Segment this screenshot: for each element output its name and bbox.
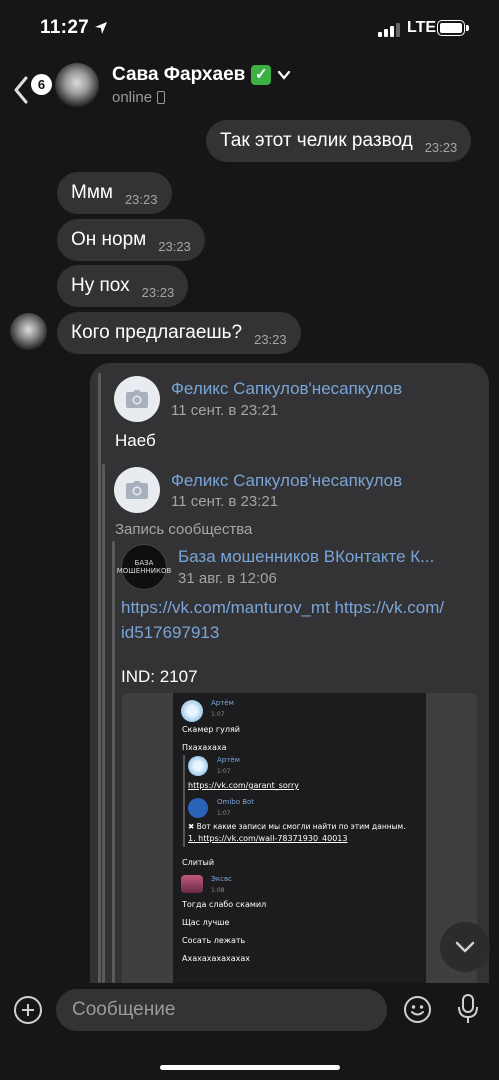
forward-text: Наеб (115, 431, 156, 450)
status-time: 11:27 (40, 17, 90, 38)
author-avatar[interactable] (114, 376, 160, 422)
shot-text: Сосать лежать (182, 936, 246, 945)
nested-author-avatar[interactable] (114, 467, 160, 513)
camera-icon (126, 390, 148, 408)
post-link-line[interactable]: id517697913 (121, 620, 444, 645)
message-composer (0, 983, 499, 1080)
shot-name: Артём (211, 699, 234, 707)
contact-name: Сава Фархаев (112, 64, 246, 85)
message-bubble-in[interactable]: Он норм 23:23 (57, 219, 205, 261)
message-bubble-in[interactable]: Ну пох 23:23 (57, 265, 189, 307)
message-input[interactable] (56, 989, 387, 1031)
shot-text: ✖ Вот какие записи мы смогли найти по эт… (188, 822, 406, 831)
post-ind: IND: 2107 (121, 667, 198, 686)
post-image[interactable]: Артём 1:07 Скамер гуляй Пхахахаха Артём … (122, 693, 477, 983)
message-bubble-in[interactable]: Ммм 23:23 (57, 172, 172, 214)
avatar (181, 875, 203, 893)
message-bubble-in[interactable]: Кого предлагаешь? 23:23 (57, 312, 301, 354)
presence-status: online (112, 89, 166, 106)
embedded-screenshot: Артём 1:07 Скамер гуляй Пхахахаха Артём … (173, 693, 426, 983)
forward-author[interactable]: Феликс Сапкулов'несапкулов (171, 379, 402, 399)
shot-text: Пхахахаха (182, 743, 227, 752)
community-avatar[interactable]: БАЗА МОШЕННИКОВ (117, 544, 171, 590)
nested-date: 11 сент. в 23:21 (171, 493, 279, 510)
avatar (181, 700, 203, 722)
post-links[interactable]: https://vk.com/manturov_mt https://vk.co… (121, 595, 444, 645)
quote-bar (98, 373, 101, 983)
battery-icon (437, 20, 469, 36)
shot-time: 1:07 (211, 711, 225, 718)
message-bubble-out[interactable]: Так этот челик развод 23:23 (206, 120, 472, 162)
microphone-icon[interactable] (456, 993, 480, 1025)
network-type: LTE (407, 19, 437, 36)
sender-avatar[interactable] (10, 313, 47, 350)
signal-icon (378, 23, 402, 37)
message-text: Кого предлагаешь? (71, 322, 243, 343)
post-quote-bar (112, 541, 115, 983)
scroll-down-icon (455, 941, 475, 953)
message-text: Он норм (71, 229, 147, 250)
avatar (188, 798, 208, 818)
message-time: 23:23 (141, 284, 175, 300)
nested-quote-bar (102, 464, 105, 983)
message-time: 23:23 (424, 139, 458, 155)
contact-avatar[interactable] (55, 63, 99, 107)
community-post-label: Запись сообщества (115, 521, 253, 538)
verified-check-icon: ✓ (251, 65, 272, 85)
chat-header: 6 Сава Фархаев ✓ online (0, 58, 499, 118)
post-date: 31 авг. в 12:06 (178, 570, 277, 587)
presence-label: online (112, 89, 153, 106)
shot-name: Omibo Bot (217, 798, 255, 806)
forwarded-message[interactable]: Феликс Сапкулов'несапкулов 11 сент. в 23… (90, 363, 489, 983)
plus-icon[interactable] (14, 996, 42, 1024)
shot-link: https://vk.com/garant_sorry (188, 781, 299, 790)
unread-badge: 6 (31, 74, 52, 95)
location-arrow-icon (95, 22, 107, 34)
back-button[interactable]: 6 (10, 68, 52, 108)
shot-text: Слитый (182, 858, 215, 867)
scroll-down-button[interactable] (440, 922, 490, 972)
shot-text: Скамер гуляй (182, 725, 240, 734)
shot-link: 1. https://vk.com/wall-78371930_40013 (188, 834, 348, 843)
message-text: Ну пох (71, 275, 130, 296)
shot-name: Эксвс (211, 875, 232, 883)
post-link-line[interactable]: https://vk.com/manturov_mt https://vk.co… (121, 595, 444, 620)
emoji-icon[interactable] (403, 995, 432, 1024)
back-arrow-icon (14, 76, 28, 104)
message-time: 23:23 (254, 331, 287, 347)
shot-text: Щас лучше (182, 918, 230, 927)
community-avatar-text: БАЗА МОШЕННИКОВ (116, 559, 172, 575)
shot-text: Тогда слабо скамил (182, 900, 267, 909)
camera-icon (126, 481, 148, 499)
message-time: 23:23 (124, 191, 158, 207)
nested-author[interactable]: Феликс Сапкулов'несапкулов (171, 471, 402, 491)
status-bar: 11:27 LTE (0, 0, 499, 58)
avatar (188, 756, 208, 776)
forward-date: 11 сент. в 23:21 (171, 402, 279, 419)
shot-time: 1:07 (217, 810, 231, 817)
message-text: Так этот челик развод (220, 130, 413, 151)
shot-time: 1:07 (217, 768, 231, 775)
shot-name: Артём (217, 756, 240, 764)
message-time: 23:23 (158, 238, 191, 254)
contact-title[interactable]: Сава Фархаев ✓ (112, 64, 291, 86)
home-indicator (160, 1065, 340, 1070)
message-text: Ммм (71, 182, 113, 203)
chevron-down-icon (278, 70, 291, 80)
shot-time: 1:08 (211, 887, 225, 894)
community-name[interactable]: База мошенников ВКонтакте К... (178, 547, 434, 567)
shot-text: Ахахахахахахах (182, 954, 251, 963)
shot-quote-bar (183, 755, 185, 847)
mobile-phone-icon (157, 91, 166, 104)
